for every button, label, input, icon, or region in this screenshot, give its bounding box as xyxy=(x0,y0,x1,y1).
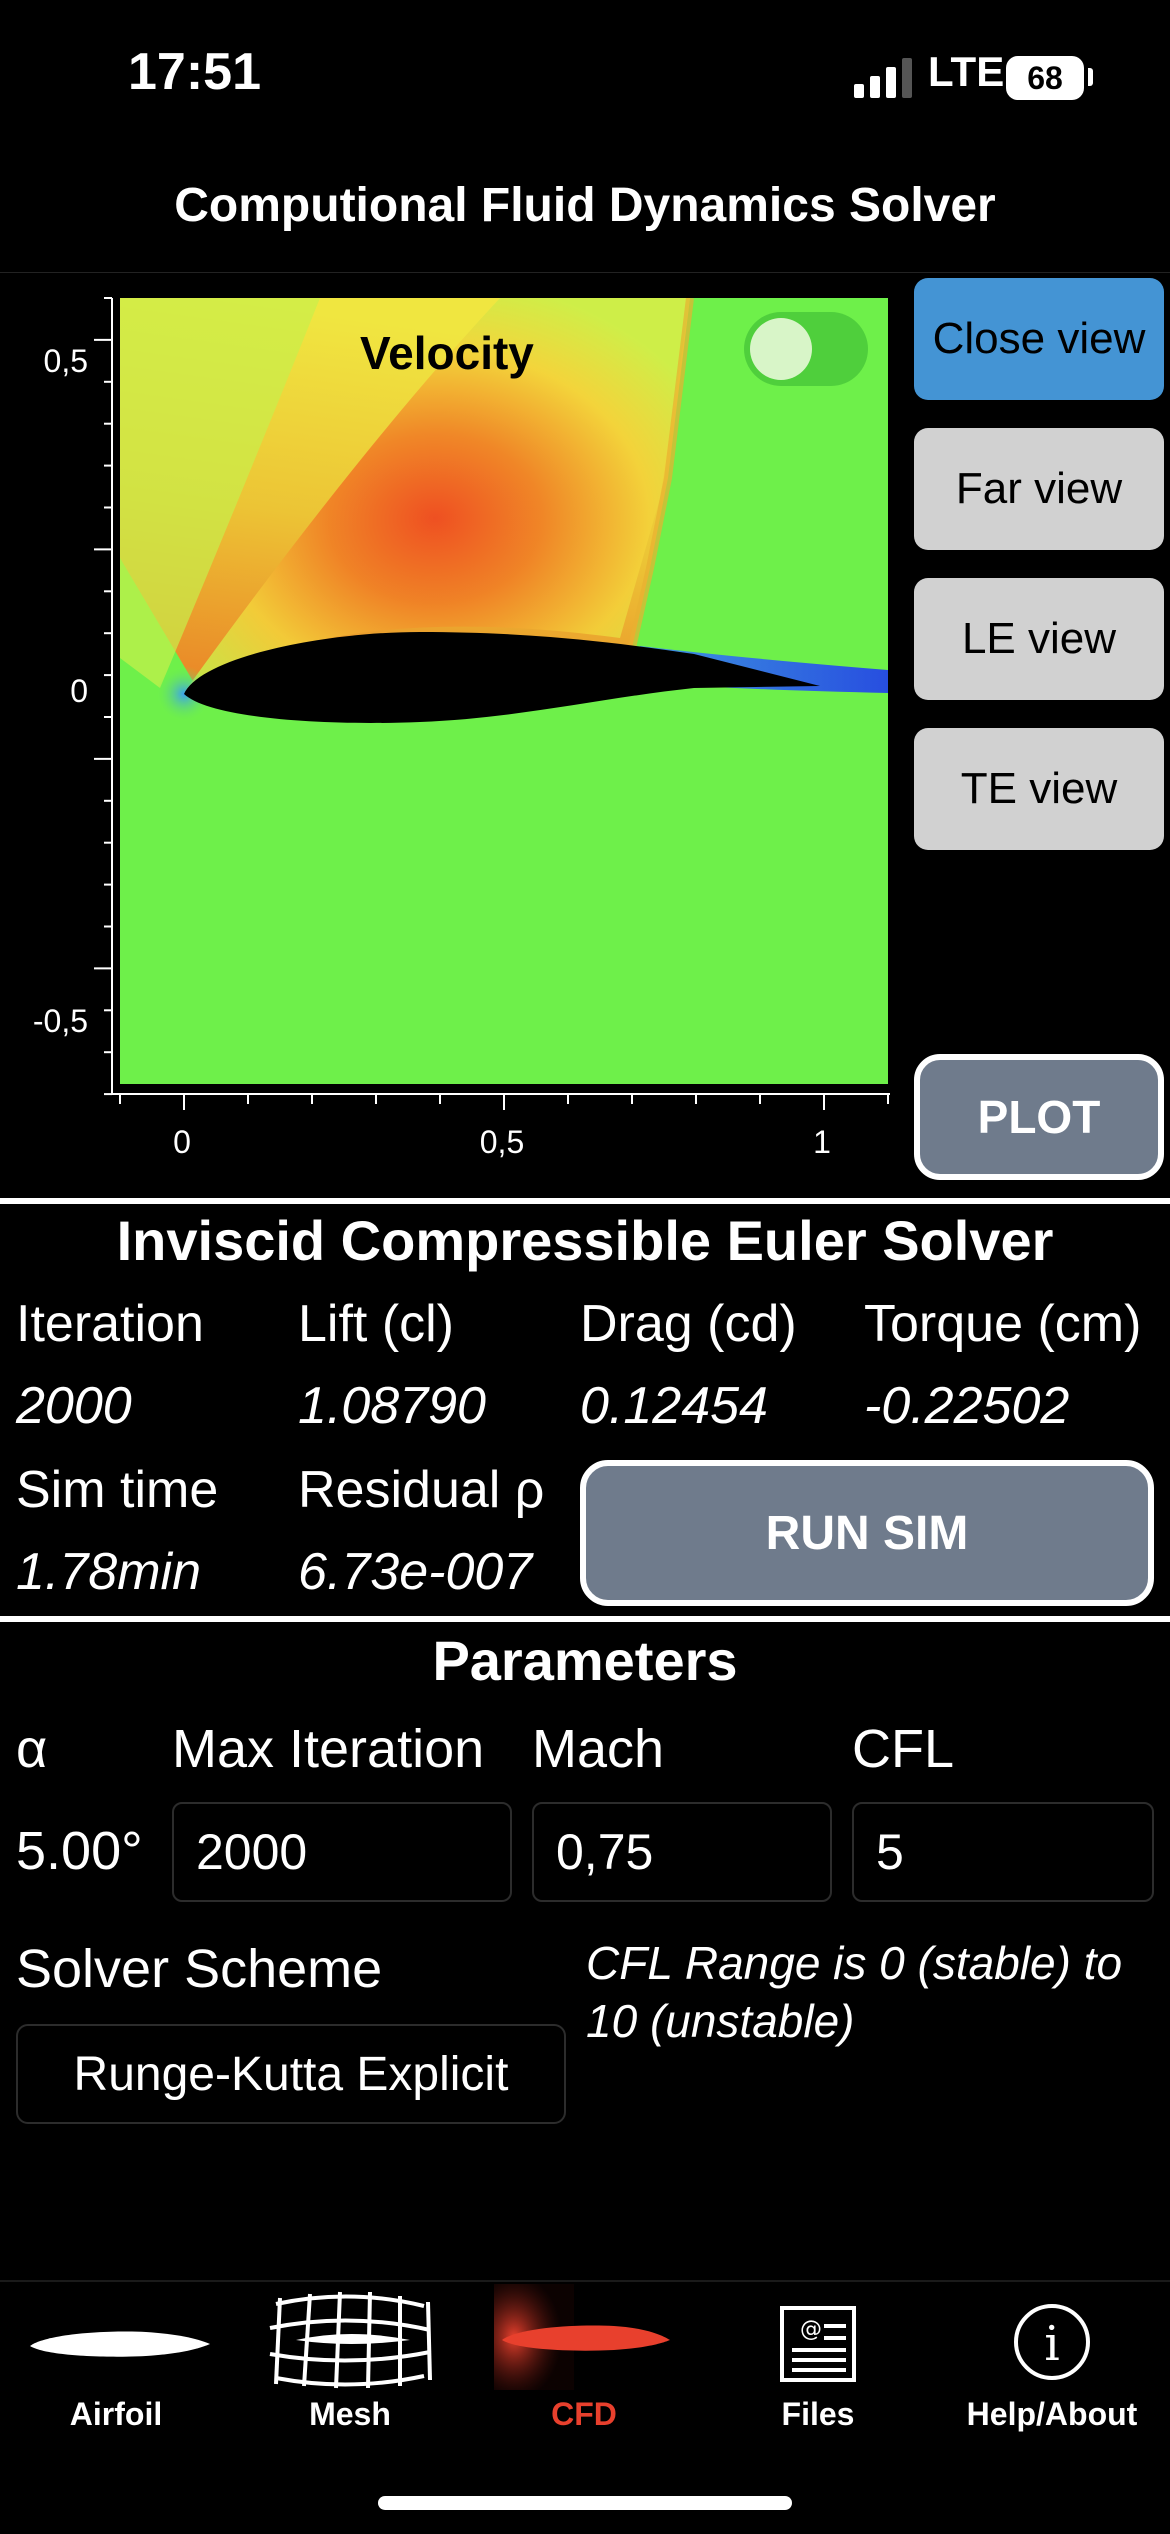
x-tick-label: 0,5 xyxy=(479,1124,525,1160)
cfd-icon xyxy=(494,2284,670,2390)
solver-scheme-label: Solver Scheme xyxy=(16,1939,383,1999)
tab-files[interactable]: @ Files xyxy=(708,2294,928,2440)
tab-airfoil[interactable]: Airfoil xyxy=(6,2300,226,2440)
status-time: 17:51 xyxy=(128,43,261,101)
tab-cfd[interactable]: CFD xyxy=(474,2284,694,2440)
max-iteration-input[interactable]: 2000 xyxy=(172,1802,512,1902)
header-divider xyxy=(0,272,1170,273)
solver-scheme-select[interactable]: Runge-Kutta Explicit xyxy=(16,2024,566,2124)
far-view-button[interactable]: Far view xyxy=(914,428,1164,550)
max-iteration-label: Max Iteration xyxy=(172,1719,485,1779)
svg-text:@: @ xyxy=(800,2317,822,2342)
plot-axes xyxy=(94,297,890,1110)
lift-label: Lift (cl) xyxy=(298,1295,454,1353)
battery-tip xyxy=(1088,68,1093,86)
residual-value: 6.73e-007 xyxy=(298,1543,533,1601)
info-icon: i xyxy=(1014,2304,1090,2380)
simtime-label: Sim time xyxy=(16,1461,219,1519)
home-indicator[interactable] xyxy=(378,2496,792,2510)
files-icon: @ xyxy=(780,2306,856,2382)
cfl-label: CFL xyxy=(852,1719,955,1779)
x-tick-label: 0 xyxy=(173,1124,191,1160)
parameters-title: Parameters xyxy=(432,1629,738,1692)
y-tick-label: 0,5 xyxy=(43,343,88,379)
iteration-label: Iteration xyxy=(16,1295,204,1353)
signal-icon xyxy=(854,58,912,98)
alpha-label: α xyxy=(16,1719,48,1779)
tab-mesh[interactable]: Mesh xyxy=(240,2284,460,2440)
simtime-value: 1.78min xyxy=(16,1543,201,1601)
mesh-icon xyxy=(269,2291,432,2389)
tab-label: Files xyxy=(781,2396,855,2432)
tab-label: Mesh xyxy=(309,2396,391,2432)
drag-label: Drag (cd) xyxy=(580,1295,797,1353)
tab-help-about[interactable]: i Help/About xyxy=(942,2294,1162,2440)
le-view-button[interactable]: LE view xyxy=(914,578,1164,700)
torque-label: Torque (cm) xyxy=(864,1295,1142,1353)
iteration-value: 2000 xyxy=(16,1377,132,1435)
solver-title: Inviscid Compressible Euler Solver xyxy=(116,1209,1054,1272)
lift-value: 1.08790 xyxy=(298,1377,486,1435)
y-tick-label: -0,5 xyxy=(32,1003,88,1039)
cfl-note: CFL Range is 0 (stable) to 10 (unstable) xyxy=(586,1937,1123,2047)
close-view-button[interactable]: Close view xyxy=(914,278,1164,400)
mach-label: Mach xyxy=(532,1719,665,1779)
plot-button[interactable]: PLOT xyxy=(914,1054,1164,1180)
residual-label: Residual ρ xyxy=(298,1461,545,1519)
x-tick-label: 1 xyxy=(813,1124,831,1160)
run-sim-button[interactable]: RUN SIM xyxy=(580,1460,1154,1606)
svg-text:i: i xyxy=(1044,2316,1059,2372)
section-divider xyxy=(0,1616,1170,1622)
tab-label: CFD xyxy=(551,2396,617,2432)
network-type: LTE xyxy=(928,48,1005,95)
airfoil-icon xyxy=(30,2331,210,2357)
cfl-input[interactable]: 5 xyxy=(852,1802,1154,1902)
page-title: Computional Fluid Dynamics Solver xyxy=(174,179,996,232)
tab-label: Help/About xyxy=(966,2396,1138,2432)
battery-icon: 68 xyxy=(1006,56,1084,100)
section-divider xyxy=(0,1198,1170,1204)
alpha-value[interactable]: 5.00° xyxy=(16,1820,143,1882)
te-view-button[interactable]: TE view xyxy=(914,728,1164,850)
y-tick-label: 0 xyxy=(70,673,88,709)
torque-value: -0.22502 xyxy=(864,1377,1070,1435)
tab-label: Airfoil xyxy=(69,2396,163,2432)
mach-input[interactable]: 0,75 xyxy=(532,1802,832,1902)
drag-value: 0.12454 xyxy=(580,1377,768,1435)
